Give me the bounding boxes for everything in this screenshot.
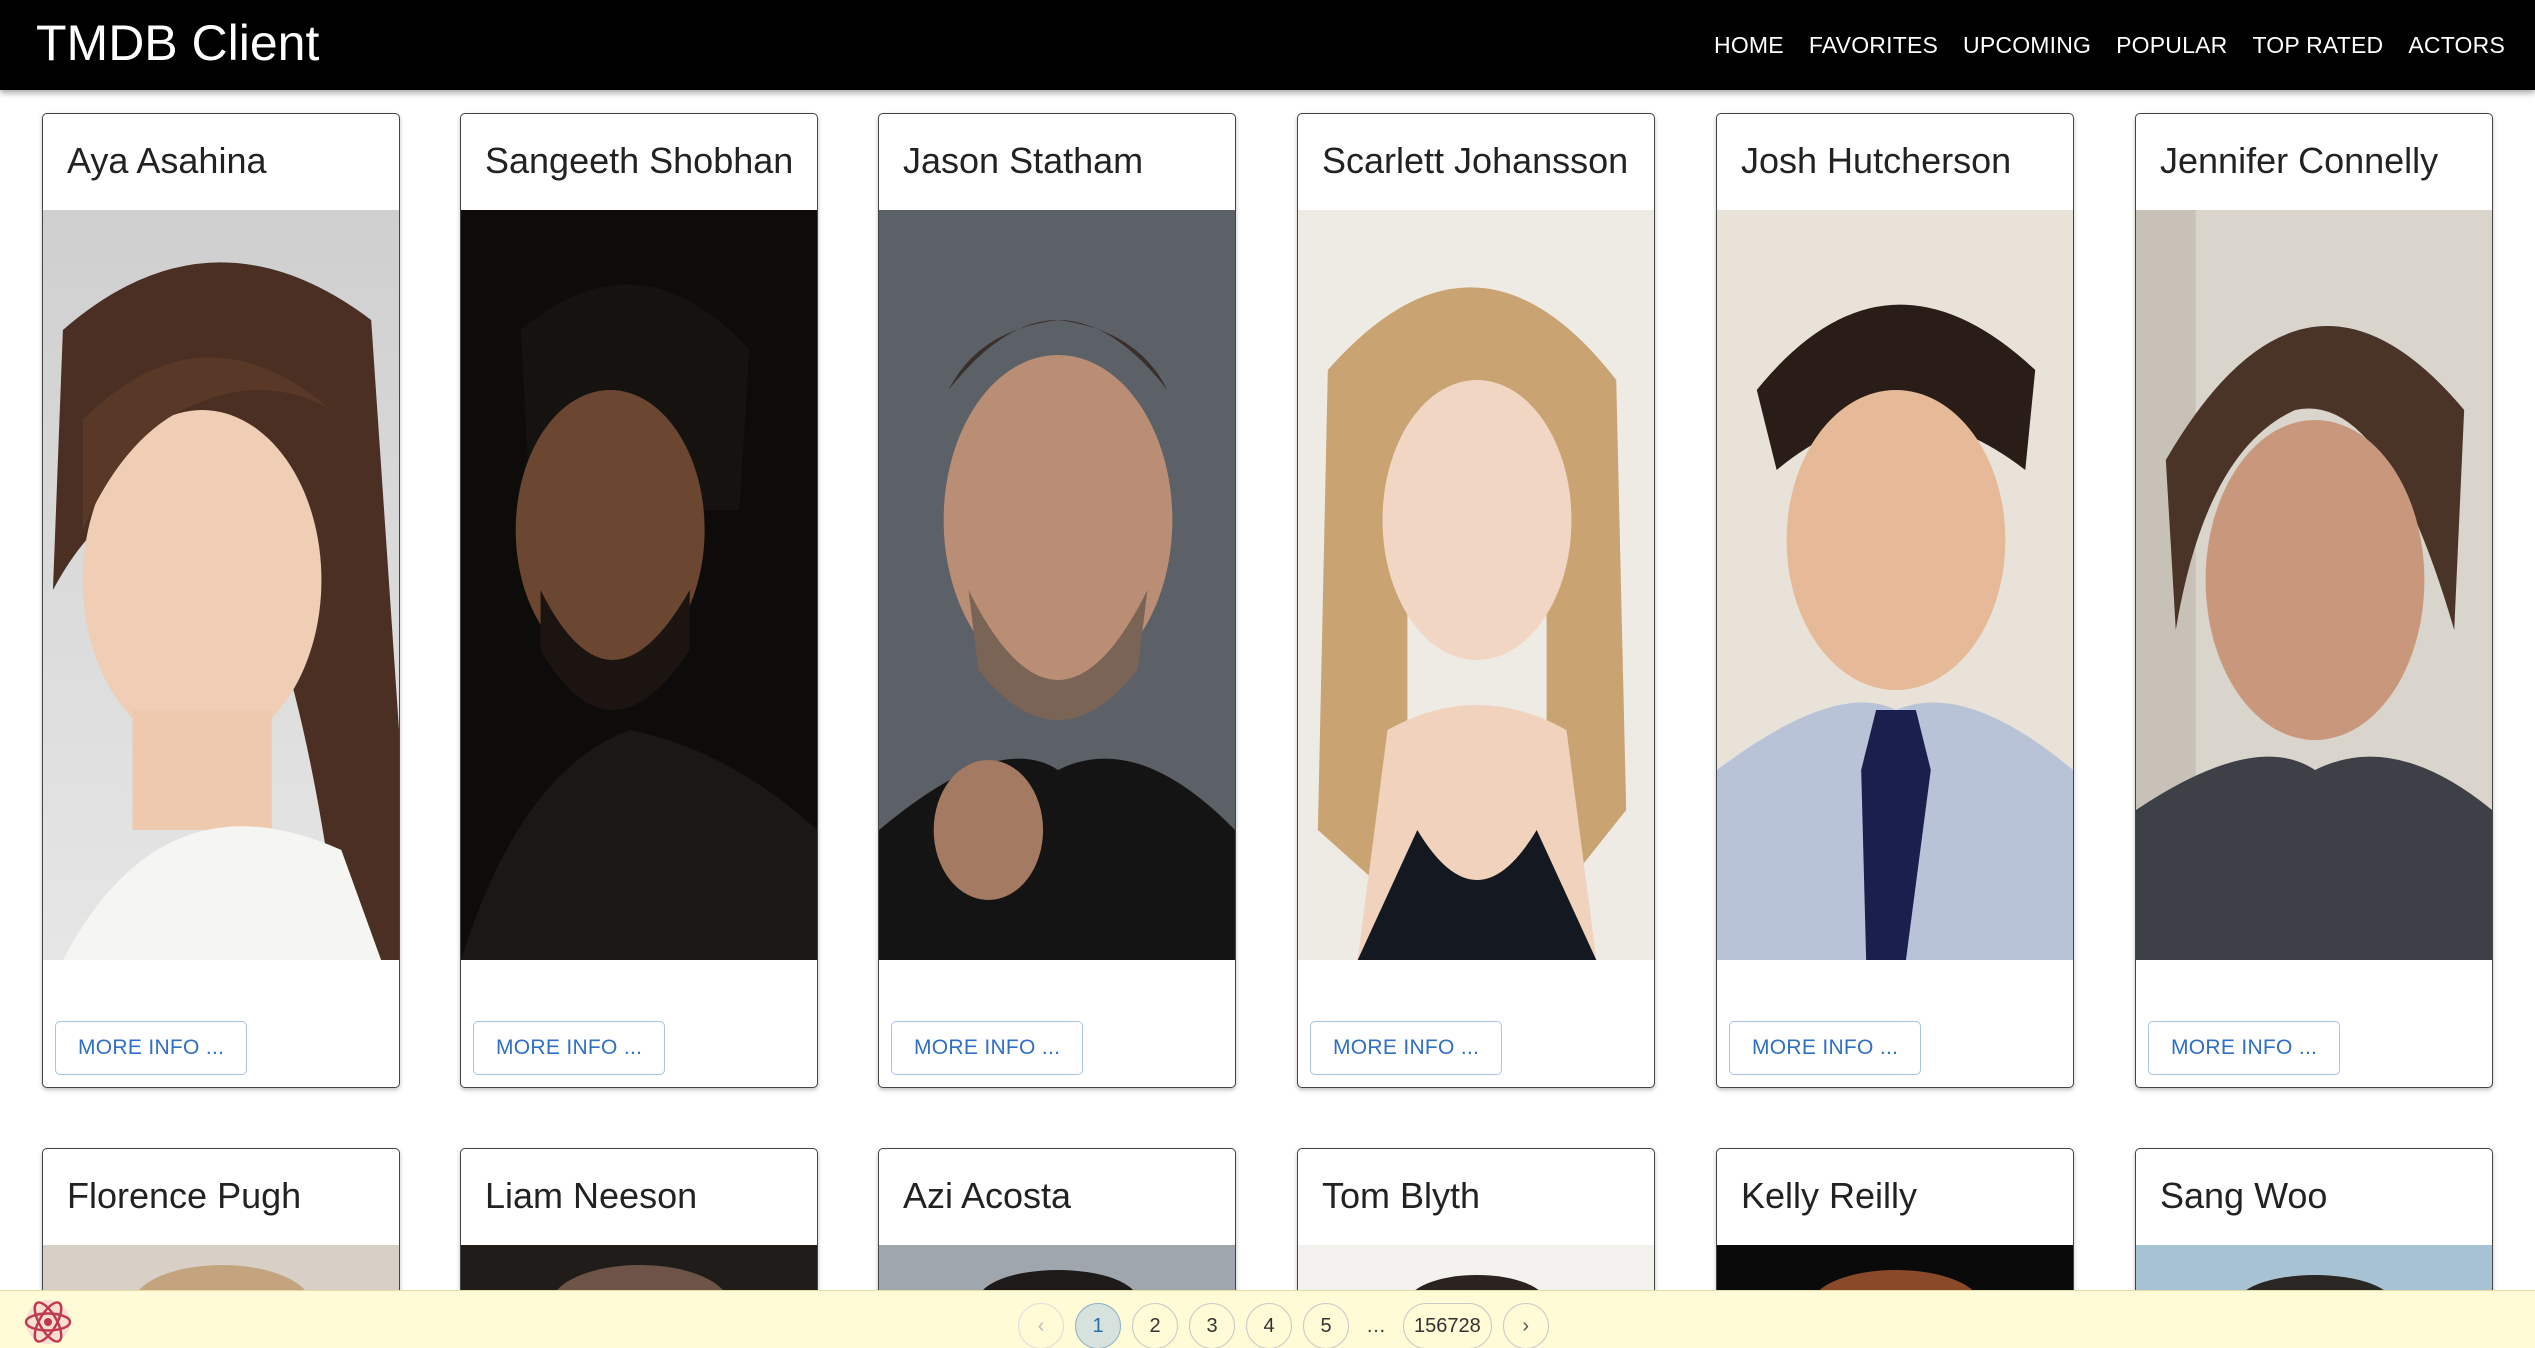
actor-photo[interactable]	[879, 210, 1235, 960]
more-info-button[interactable]: MORE INFO ...	[1310, 1021, 1503, 1075]
page-button-1[interactable]: 1	[1075, 1303, 1121, 1348]
nav-favorites[interactable]: FAVORITES	[1809, 32, 1938, 59]
actor-name: Sangeeth Shobhan	[485, 140, 794, 181]
more-info-button[interactable]: MORE INFO ...	[891, 1021, 1084, 1075]
actor-name: Tom Blyth	[1322, 1175, 1481, 1216]
actor-card: Jennifer Connelly MORE INFO ...	[2135, 113, 2493, 1088]
actor-name: Florence Pugh	[67, 1175, 302, 1216]
actor-card: Jason Statham MORE INFO ...	[878, 113, 1236, 1088]
app-header: TMDB Client HOME FAVORITES UPCOMING POPU…	[0, 0, 2535, 90]
react-logo-icon[interactable]	[20, 1297, 76, 1347]
actor-name: Sang Woo	[2160, 1175, 2328, 1216]
actor-card: Scarlett Johansson MORE INFO ...	[1297, 113, 1655, 1088]
actor-photo[interactable]	[461, 210, 817, 960]
page-button-2[interactable]: 2	[1132, 1303, 1178, 1348]
nav-top-rated[interactable]: TOP RATED	[2252, 32, 2383, 59]
actor-photo[interactable]	[43, 210, 399, 960]
pagination-ellipsis: …	[1366, 1314, 1386, 1337]
actor-name: Jennifer Connelly	[2160, 140, 2439, 181]
actor-name: Kelly Reilly	[1741, 1175, 1918, 1216]
actor-photo[interactable]	[2136, 210, 2492, 960]
actor-name: Aya Asahina	[67, 140, 267, 181]
prev-page-button[interactable]: ‹	[1018, 1303, 1064, 1348]
nav-popular[interactable]: POPULAR	[2116, 32, 2227, 59]
actor-name: Josh Hutcherson	[1741, 140, 2012, 181]
top-nav: HOME FAVORITES UPCOMING POPULAR TOP RATE…	[1689, 0, 2505, 90]
actor-name: Azi Acosta	[903, 1175, 1072, 1216]
actors-grid: Aya Asahina MORE INFO ... Sangeeth Shobh…	[0, 0, 2535, 1348]
app-root: TMDB Client HOME FAVORITES UPCOMING POPU…	[0, 0, 2535, 1348]
nav-upcoming[interactable]: UPCOMING	[1963, 32, 2091, 59]
more-info-button[interactable]: MORE INFO ...	[1729, 1021, 1922, 1075]
actor-name: Scarlett Johansson	[1322, 140, 1629, 181]
actor-card: Sangeeth Shobhan MORE INFO ...	[460, 113, 818, 1088]
actor-name: Liam Neeson	[485, 1175, 698, 1216]
actor-card: Aya Asahina MORE INFO ...	[42, 113, 400, 1088]
pagination-bar: ‹ 1 2 3 4 5 … 156728 ›	[0, 1290, 2535, 1348]
pagination: ‹ 1 2 3 4 5 … 156728 ›	[1018, 1303, 1560, 1348]
next-page-button[interactable]: ›	[1502, 1303, 1549, 1348]
page-button-5[interactable]: 5	[1303, 1303, 1349, 1348]
app-title[interactable]: TMDB Client	[36, 14, 319, 72]
actor-name: Jason Statham	[903, 140, 1144, 181]
page-button-4[interactable]: 4	[1246, 1303, 1292, 1348]
actor-card: Josh Hutcherson MORE INFO ...	[1716, 113, 2074, 1088]
nav-actors[interactable]: ACTORS	[2408, 32, 2505, 59]
more-info-button[interactable]: MORE INFO ...	[2148, 1021, 2341, 1075]
actor-photo[interactable]	[1717, 210, 2073, 960]
more-info-button[interactable]: MORE INFO ...	[473, 1021, 666, 1075]
page-button-last[interactable]: 156728	[1403, 1303, 1492, 1348]
page-button-3[interactable]: 3	[1189, 1303, 1235, 1348]
actor-photo[interactable]	[1298, 210, 1654, 960]
more-info-button[interactable]: MORE INFO ...	[55, 1021, 248, 1075]
nav-home[interactable]: HOME	[1714, 32, 1784, 59]
